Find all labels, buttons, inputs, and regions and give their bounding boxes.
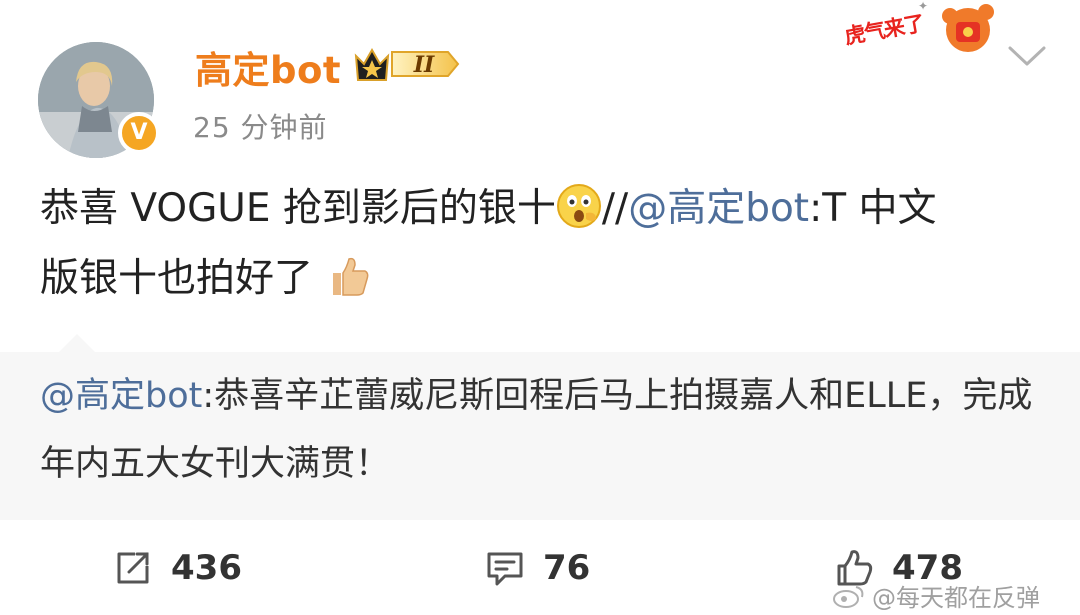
- repost-count: 436: [171, 548, 242, 588]
- reposted-text: @高定bot:恭喜辛芷蕾威尼斯回程后马上拍摄嘉人和ELLE，完成年内五大女刊大满…: [40, 362, 1050, 498]
- verified-mark: V: [130, 120, 148, 145]
- repost-mention-link[interactable]: @高定bot: [40, 376, 202, 416]
- weibo-post: V 高定bot II 25 分钟前 ✦ 虎气来了 恭喜 VOGUE 抢到影后的银…: [0, 0, 1080, 615]
- watermark: @每天都在反弹: [832, 578, 1040, 613]
- comment-count: 76: [543, 548, 591, 588]
- post-text-continued: :T 中文: [809, 186, 937, 231]
- chevron-down-icon[interactable]: [1006, 40, 1048, 70]
- verified-badge-icon: V: [118, 112, 160, 154]
- vip-crown-badge-icon: II: [354, 47, 460, 81]
- weibo-logo-icon: [833, 585, 864, 608]
- repost-button[interactable]: 436: [113, 545, 242, 591]
- comment-button[interactable]: 76: [485, 545, 590, 591]
- repost-separator: //: [601, 186, 629, 231]
- watermark-text: @每天都在反弹: [872, 584, 1040, 612]
- repost-notch: [58, 334, 96, 353]
- post-text: 恭喜 VOGUE 抢到影后的银十: [40, 186, 556, 231]
- thumbs-up-emoji-icon: [333, 257, 369, 296]
- comment-bubble-icon: [487, 552, 523, 586]
- mention-link[interactable]: @高定bot: [628, 186, 809, 231]
- post-text-line2: 版银十也拍好了: [40, 256, 314, 301]
- surprised-face-emoji-icon: [556, 184, 601, 228]
- username[interactable]: 高定bot: [195, 40, 341, 94]
- post-timestamp: 25 分钟前: [193, 111, 328, 144]
- share-box-icon: [117, 552, 149, 584]
- post-content: 恭喜 VOGUE 抢到影后的银十 //@高定bot:T 中文版银十也拍好了: [40, 174, 1050, 314]
- vip-level: II: [413, 52, 435, 78]
